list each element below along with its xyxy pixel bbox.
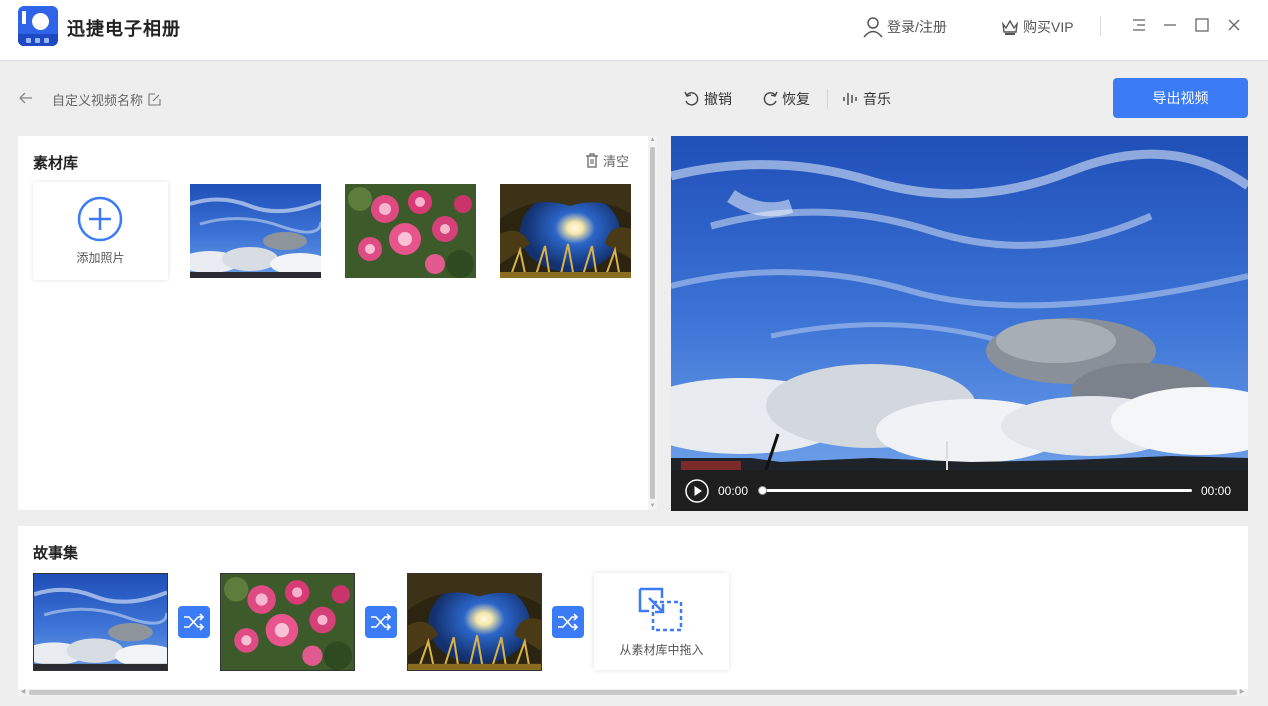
transition-button-2[interactable] — [365, 606, 397, 638]
sky-clouds-photo[interactable] — [190, 184, 321, 278]
preview-sky-photo — [671, 136, 1248, 470]
story-item-lamp[interactable] — [407, 573, 542, 671]
shuffle-icon — [184, 613, 205, 631]
minimize-icon — [1164, 24, 1176, 26]
shuffle-icon — [558, 613, 579, 631]
night-lamp-photo[interactable] — [500, 184, 631, 278]
back-button[interactable] — [16, 88, 36, 108]
pink-roses-photo[interactable] — [345, 184, 476, 278]
maximize-icon — [1195, 18, 1209, 32]
export-video-button[interactable]: 导出视频 — [1113, 78, 1248, 118]
library-scrollbar[interactable]: ▲ ▼ — [648, 136, 657, 510]
story-scroll-thumb[interactable] — [29, 690, 1237, 695]
add-photo-label: 添加照片 — [76, 251, 125, 265]
menu-button[interactable] — [1128, 14, 1150, 36]
scroll-up-icon[interactable]: ▲ — [648, 136, 657, 144]
total-time: 00:00 — [1201, 484, 1232, 498]
close-button[interactable] — [1223, 14, 1245, 36]
player-controls: 00:00 00:00 — [671, 470, 1248, 511]
pink-roses-photo — [221, 574, 354, 670]
drop-zone[interactable]: 从素材库中拖入 — [594, 573, 729, 670]
night-lamp-photo — [408, 574, 541, 670]
redo-icon — [763, 91, 778, 106]
titlebar-divider — [1100, 16, 1101, 36]
vip-label: 购买VIP — [1023, 19, 1074, 35]
story-title: 故事集 — [33, 545, 79, 562]
user-icon — [863, 17, 883, 38]
scroll-left-icon[interactable]: ◀ — [19, 689, 27, 696]
scroll-down-icon[interactable]: ▼ — [648, 502, 657, 510]
story-item-sky[interactable] — [33, 573, 168, 671]
login-button[interactable]: 登录/注册 — [862, 16, 947, 38]
undo-label: 撤销 — [704, 91, 732, 107]
audio-wave-icon — [843, 93, 857, 105]
login-label: 登录/注册 — [887, 19, 947, 35]
redo-label: 恢复 — [782, 91, 810, 107]
undo-icon — [684, 91, 699, 106]
trash-icon — [586, 152, 598, 168]
drag-in-icon — [638, 587, 683, 632]
transition-button-1[interactable] — [178, 606, 210, 638]
video-name-label: 自定义视频名称 — [52, 93, 144, 108]
sky-clouds-photo — [34, 574, 167, 670]
minimize-button[interactable] — [1159, 14, 1181, 36]
video-name-field[interactable]: 自定义视频名称 — [52, 90, 161, 109]
story-set-panel: 故事集 从素材库中拖入 — [18, 526, 1248, 689]
redo-button[interactable]: 恢复 — [761, 89, 810, 109]
shuffle-icon — [371, 613, 392, 631]
current-time: 00:00 — [718, 484, 749, 498]
menu-icon — [1133, 19, 1145, 31]
scroll-right-icon[interactable]: ▶ — [1238, 689, 1246, 696]
story-scrollbar[interactable]: ◀ ▶ — [18, 689, 1248, 696]
library-scroll-thumb[interactable] — [650, 147, 655, 499]
transition-button-3[interactable] — [552, 606, 584, 638]
close-icon — [1228, 19, 1240, 31]
title-bar: 迅捷电子相册 登录/注册 购买VIP — [0, 0, 1268, 61]
plus-circle-icon — [77, 196, 123, 242]
arrow-left-icon — [19, 92, 32, 104]
app-logo-icon — [18, 6, 58, 46]
music-label: 音乐 — [863, 91, 891, 107]
story-item-roses[interactable] — [220, 573, 355, 671]
maximize-button[interactable] — [1191, 14, 1213, 36]
progress-bar[interactable] — [758, 486, 1192, 495]
music-button[interactable]: 音乐 — [842, 89, 891, 109]
undo-button[interactable]: 撤销 — [683, 89, 732, 109]
video-preview[interactable]: 00:00 00:00 — [671, 136, 1248, 511]
toolbar-divider — [827, 89, 828, 109]
clear-label: 清空 — [603, 153, 630, 169]
buy-vip-button[interactable]: 购买VIP — [1000, 16, 1074, 38]
progress-knob[interactable] — [758, 486, 767, 495]
play-icon[interactable] — [685, 479, 709, 503]
app-title: 迅捷电子相册 — [67, 19, 181, 39]
drop-zone-label: 从素材库中拖入 — [619, 643, 704, 657]
clear-library-button[interactable]: 清空 — [585, 151, 629, 169]
library-title: 素材库 — [33, 155, 79, 172]
material-library-panel: 素材库 清空 添加照片 — [18, 136, 648, 510]
crown-icon — [1001, 19, 1019, 35]
add-photo-button[interactable]: 添加照片 — [33, 182, 168, 280]
edit-icon[interactable] — [148, 93, 161, 106]
